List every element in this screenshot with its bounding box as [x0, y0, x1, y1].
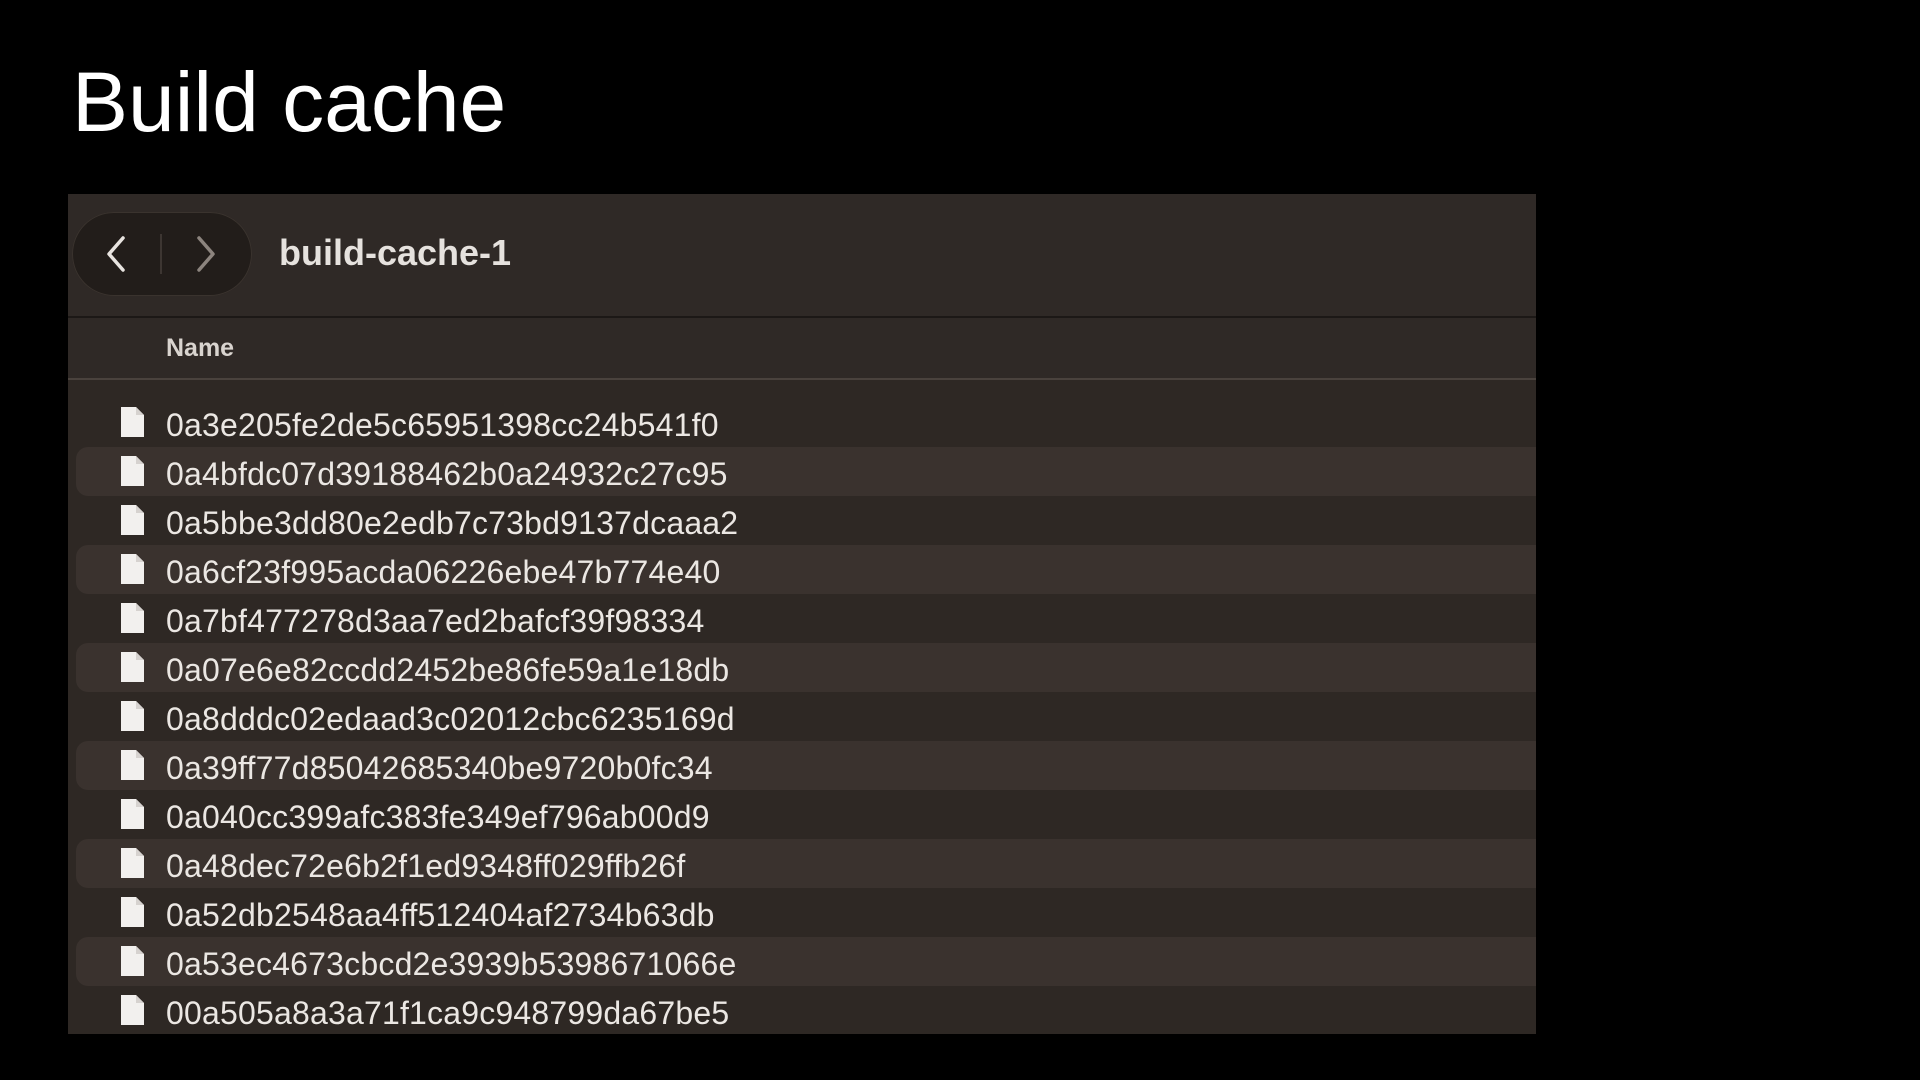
document-icon: [121, 456, 144, 486]
file-row[interactable]: 0a39ff77d85042685340be9720b0fc34: [68, 741, 1536, 790]
file-row[interactable]: 0a040cc399afc383fe349ef796ab00d9: [68, 790, 1536, 839]
back-button[interactable]: [72, 212, 160, 296]
document-icon: [121, 946, 144, 976]
document-icon: [121, 701, 144, 731]
document-icon: [121, 848, 144, 878]
file-row[interactable]: 0a53ec4673cbcd2e3939b5398671066e: [68, 937, 1536, 986]
file-name: 0a5bbe3dd80e2edb7c73bd9137dcaaa2: [166, 505, 739, 541]
file-row[interactable]: 0a3e205fe2de5c65951398cc24b541f0: [68, 398, 1536, 447]
document-icon: [121, 603, 144, 633]
file-row[interactable]: 00a505a8a3a71f1ca9c948799da67be5: [68, 986, 1536, 1034]
document-icon: [121, 505, 144, 535]
document-icon: [121, 554, 144, 584]
forward-button[interactable]: [162, 212, 250, 296]
file-row[interactable]: 0a07e6e82ccdd2452be86fe59a1e18db: [68, 643, 1536, 692]
file-row[interactable]: 0a5bbe3dd80e2edb7c73bd9137dcaaa2: [68, 496, 1536, 545]
file-row[interactable]: 0a8dddc02edaad3c02012cbc6235169d: [68, 692, 1536, 741]
file-name: 0a7bf477278d3aa7ed2bafcf39f98334: [166, 603, 705, 639]
file-row[interactable]: 0a52db2548aa4ff512404af2734b63db: [68, 888, 1536, 937]
file-name: 00a505a8a3a71f1ca9c948799da67be5: [166, 995, 730, 1031]
chevron-right-icon: [197, 236, 215, 272]
file-name: 0a6cf23f995acda06226ebe47b774e40: [166, 554, 721, 590]
file-row[interactable]: 0a4bfdc07d39188462b0a24932c27c95: [68, 447, 1536, 496]
document-icon: [121, 652, 144, 682]
file-name: 0a53ec4673cbcd2e3939b5398671066e: [166, 946, 737, 982]
document-icon: [121, 750, 144, 780]
chevron-left-icon: [107, 236, 125, 272]
file-name: 0a040cc399afc383fe349ef796ab00d9: [166, 799, 710, 835]
file-row[interactable]: 0a7bf477278d3aa7ed2bafcf39f98334: [68, 594, 1536, 643]
file-row[interactable]: 0a6cf23f995acda06226ebe47b774e40: [68, 545, 1536, 594]
document-icon: [121, 799, 144, 829]
slide-title: Build cache: [72, 55, 507, 149]
file-name: 0a48dec72e6b2f1ed9348ff029ffb26f: [166, 848, 686, 884]
file-list: 0a3e205fe2de5c65951398cc24b541f0 0a4bfdc…: [68, 398, 1536, 1034]
document-icon: [121, 407, 144, 437]
file-name: 0a8dddc02edaad3c02012cbc6235169d: [166, 701, 735, 737]
file-row[interactable]: 0a48dec72e6b2f1ed9348ff029ffb26f: [68, 839, 1536, 888]
file-name: 0a3e205fe2de5c65951398cc24b541f0: [166, 407, 719, 443]
file-name: 0a07e6e82ccdd2452be86fe59a1e18db: [166, 652, 730, 688]
document-icon: [121, 995, 144, 1025]
column-header: Name: [68, 318, 1536, 380]
file-name: 0a39ff77d85042685340be9720b0fc34: [166, 750, 713, 786]
column-header-name[interactable]: Name: [166, 334, 234, 363]
file-name: 0a52db2548aa4ff512404af2734b63db: [166, 897, 715, 933]
document-icon: [121, 897, 144, 927]
navigation-control: [72, 212, 252, 296]
finder-window: build-cache-1 Name 0a3e205fe2de5c6595139…: [68, 194, 1536, 1034]
file-name: 0a4bfdc07d39188462b0a24932c27c95: [166, 456, 728, 492]
window-toolbar: build-cache-1: [68, 194, 1536, 318]
folder-title: build-cache-1: [279, 232, 512, 273]
